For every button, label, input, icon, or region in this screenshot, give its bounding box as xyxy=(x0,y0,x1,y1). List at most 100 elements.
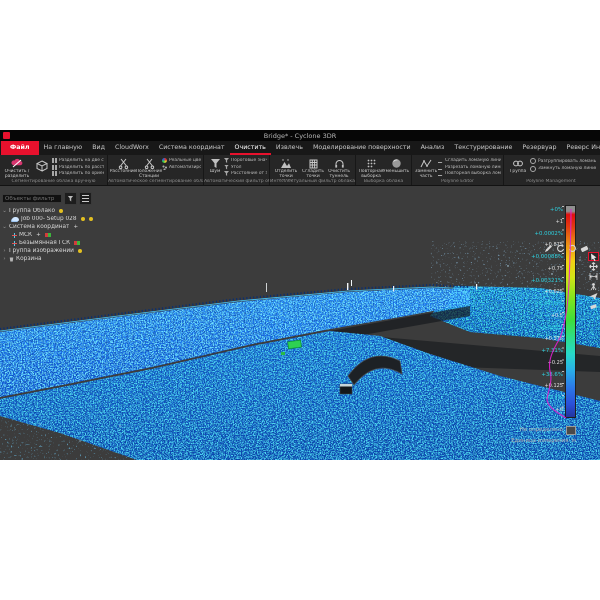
pan-tool[interactable] xyxy=(588,262,599,271)
scissors-icon xyxy=(118,157,129,169)
split-two-sides-button[interactable]: Разделить на две стороны xyxy=(52,158,104,163)
threshold-values-button[interactable]: Пороговые значения xyxy=(224,158,267,163)
cut-polyline-button[interactable]: Разрезать ломаную линию xyxy=(438,165,501,170)
object-filter-input[interactable] xyxy=(2,194,62,203)
caret-right-icon[interactable]: › xyxy=(2,256,7,262)
rotate-ccw-icon[interactable] xyxy=(556,244,565,253)
fly-tool[interactable] xyxy=(588,292,599,301)
smooth-points-button[interactable]: Сгладить точки xyxy=(300,156,326,179)
funnel-icon xyxy=(224,158,229,163)
scale-ticks xyxy=(562,206,564,418)
menu-tab[interactable]: На главную xyxy=(39,141,88,155)
resample-polyline-button[interactable]: Повторная выборка ломаной линии xyxy=(438,171,501,176)
flag-icon[interactable] xyxy=(45,233,51,237)
close-polyline-button[interactable]: Замкнуть ломаную линию xyxy=(530,166,596,172)
group-button[interactable]: Группа xyxy=(506,156,530,174)
separate-ground-points-button[interactable]: Отделить точки земли xyxy=(272,156,300,180)
visibility-lamp-icon[interactable] xyxy=(78,249,82,253)
tree-item-trash[interactable]: › Корзина xyxy=(2,255,122,263)
sphere-icon xyxy=(391,157,402,169)
color-scale-bar[interactable] xyxy=(565,205,576,418)
group-label: Сегментирование облака вручную xyxy=(0,179,107,184)
cube-icon xyxy=(36,157,48,175)
split-icon xyxy=(52,165,57,170)
axis-icon xyxy=(12,233,17,238)
headset-icon xyxy=(334,157,345,169)
menu-tab[interactable]: Извлечь xyxy=(271,141,308,155)
station-tool[interactable] xyxy=(588,282,599,291)
cursor-tool[interactable] xyxy=(588,252,599,261)
flag-icon[interactable] xyxy=(74,241,80,245)
group-label: Интеллектуальный фильтр облака xyxy=(270,179,355,184)
menu-tab[interactable]: Вид xyxy=(87,141,110,155)
menu-tab[interactable]: Моделирование поверхности xyxy=(308,141,416,155)
smooth-polyline-button[interactable]: Сгладить ломаную линию xyxy=(438,158,501,163)
tree-item-coord-system[interactable]: ⌄ Система координат + xyxy=(2,223,122,231)
menu-tab[interactable]: CloudWorx xyxy=(110,141,154,155)
station-position-button[interactable]: Положение Станции xyxy=(136,156,162,179)
tree-item-msk[interactable]: МСК + xyxy=(2,231,122,239)
brush-tool[interactable] xyxy=(588,302,599,311)
tree-menu-button[interactable] xyxy=(79,192,92,205)
tree-item-unnamed-gsk[interactable]: Безымянная ГСК xyxy=(2,239,122,247)
split-icon xyxy=(52,171,57,176)
split-by-distance-button[interactable]: Разделить по расстоянию xyxy=(52,165,104,170)
tree-item-job-setup[interactable]: Job 000- Setup 028 xyxy=(2,215,122,223)
measure-tool[interactable] xyxy=(588,272,599,281)
menu-tab[interactable]: Реверс Инжиниринг xyxy=(562,141,600,155)
visibility-lamp-icon[interactable] xyxy=(59,209,63,213)
rotate-cw-icon[interactable] xyxy=(568,244,577,253)
points-icon xyxy=(162,165,167,170)
menu-tab[interactable]: Резервуар xyxy=(517,141,561,155)
split-cube-button[interactable] xyxy=(32,156,52,175)
clean-divide-icon xyxy=(11,157,23,169)
pencil-icon[interactable] xyxy=(544,244,553,253)
filter-button[interactable] xyxy=(64,192,77,205)
polyline-icon xyxy=(438,171,444,176)
clean-tunnel-button[interactable]: Очистить туннель xyxy=(326,156,352,179)
group-label: Автоматическое сегментирование облака xyxy=(108,179,203,184)
viewport-tools xyxy=(544,244,589,253)
closed-loop-icon xyxy=(530,166,536,172)
undefined-color-box[interactable] xyxy=(566,426,576,435)
caret-down-icon[interactable]: ⌄ xyxy=(2,208,7,214)
split-by-orientation-button[interactable]: Разделить по ориентации xyxy=(52,171,104,176)
angle-filter-button[interactable]: Угол xyxy=(224,165,267,170)
distance-segmentation-button[interactable]: Расстояние xyxy=(110,156,136,174)
menu-tab[interactable]: Очистить xyxy=(230,141,271,155)
ungroup-polylines-button[interactable]: Разгруппировать ломаные линии xyxy=(530,158,596,164)
menu-tab[interactable]: Анализ xyxy=(416,141,450,155)
funnel-icon xyxy=(210,157,221,169)
real-colors-button[interactable]: Реальные цвета xyxy=(162,158,201,163)
object-tree-panel: ⌄ Группа Облако Job 000- Setup 028 ⌄ Сис… xyxy=(2,192,122,263)
plus-icon: + xyxy=(73,224,78,230)
dot-grid-icon xyxy=(366,157,377,169)
resample-button[interactable]: Повторная выборка xyxy=(358,156,384,179)
group-label: Автоматический фильтр облака xyxy=(204,179,269,184)
ribbon: Очистить / разделить Разделить на две ст… xyxy=(0,155,600,186)
window-title: Bridge* - Cyclone 3DR xyxy=(0,132,600,140)
ribbon-group-polyline-management: Группа Разгруппировать ломаные линии Зам… xyxy=(504,155,598,185)
replace-part-button[interactable]: Заменить часть xyxy=(414,156,438,179)
distance-from-reference-button[interactable]: Расстояние от эталона xyxy=(224,171,267,176)
trash-icon xyxy=(9,257,14,262)
tree-item-image-group[interactable]: › Группа изображений xyxy=(2,247,122,255)
visibility-lamp-icon[interactable] xyxy=(81,217,85,221)
tree-item-cloud-group[interactable]: ⌄ Группа Облако xyxy=(2,207,122,215)
auto-points-button[interactable]: Автоматизированные точки xyxy=(162,165,201,170)
noise-filter-button[interactable]: Шум xyxy=(206,156,224,174)
caret-down-icon[interactable]: ⌄ xyxy=(2,224,7,230)
unit-label: Единица измерения: м xyxy=(511,438,576,444)
ribbon-tab-bar: ФайлНа главнуюВидCloudWorxСистема коорди… xyxy=(0,141,600,155)
menu-tab[interactable]: Система координат xyxy=(154,141,230,155)
ribbon-group-manual-segmentation: Очистить / разделить Разделить на две ст… xyxy=(0,155,108,185)
menu-tab[interactable]: Текстурирование xyxy=(449,141,517,155)
menu-tab[interactable]: Файл xyxy=(1,141,39,155)
clean-divide-button[interactable]: Очистить / разделить xyxy=(2,156,32,179)
reduce-button[interactable]: Уменьшить xyxy=(384,156,408,174)
visibility-lamp-icon[interactable] xyxy=(89,217,93,221)
building-icon xyxy=(308,157,319,169)
ribbon-group-auto-filter: Шум Пороговые значения Угол Расстояние о… xyxy=(204,155,270,185)
caret-right-icon[interactable]: › xyxy=(2,248,7,254)
axis-icon xyxy=(12,241,17,246)
